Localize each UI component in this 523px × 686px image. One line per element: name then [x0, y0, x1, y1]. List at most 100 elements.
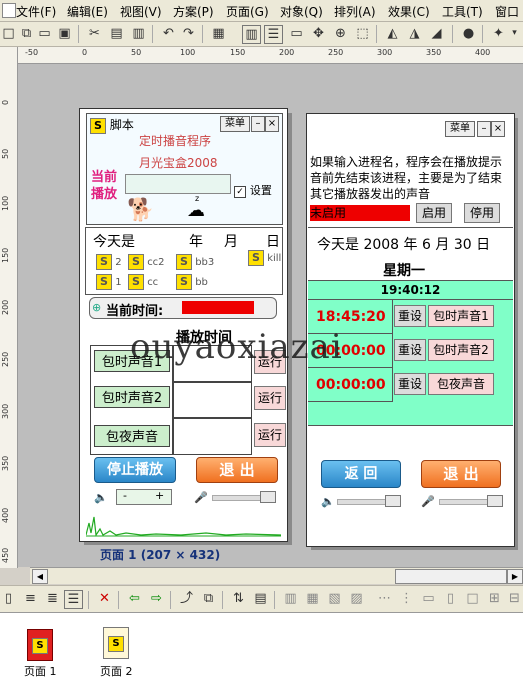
song-item[interactable]: S kill	[248, 250, 281, 266]
layer-list-icon[interactable]: ☰	[64, 590, 83, 609]
menu-view[interactable]: 视图(V)	[120, 3, 162, 20]
same-size-icon[interactable]: □	[464, 590, 481, 607]
list-view-icon[interactable]: ☰	[264, 25, 283, 44]
redo-icon[interactable]: ↷	[180, 25, 197, 42]
page1-thumbnail-icon[interactable]: S	[27, 629, 53, 661]
menu-object[interactable]: 对象(Q)	[280, 3, 323, 20]
run-button-2[interactable]: 运行	[254, 386, 286, 410]
play-time-cell-3[interactable]	[172, 417, 252, 455]
scroll-right-icon[interactable]: ▶	[507, 569, 523, 584]
move-icon[interactable]: ✥	[310, 25, 327, 42]
menu-effects[interactable]: 效果(C)	[388, 3, 430, 20]
close-icon[interactable]: ×	[491, 121, 505, 137]
minimize-icon[interactable]: –	[477, 121, 491, 137]
volume-plus[interactable]: +	[155, 489, 164, 502]
paste-icon[interactable]: ▤	[108, 25, 125, 42]
menu-tools[interactable]: 工具(T)	[442, 3, 483, 20]
select-icon[interactable]: ⬚	[354, 25, 371, 42]
align-top-icon[interactable]: ▨	[348, 590, 365, 607]
app-icon[interactable]	[2, 3, 16, 18]
enable-button[interactable]: 启用	[416, 203, 452, 223]
center-icon[interactable]: ⊞	[486, 590, 503, 607]
rotate-icon[interactable]: ◢	[428, 25, 445, 42]
delete-icon[interactable]: ✕	[96, 590, 113, 607]
reset-button-2[interactable]: 重设	[394, 339, 426, 361]
reset-button-3[interactable]: 重设	[394, 373, 426, 395]
clipboard-icon[interactable]: ▥	[130, 25, 147, 42]
page2-thumbnail-label[interactable]: 页面 2	[100, 663, 133, 679]
balance-slider-thumb[interactable]	[487, 495, 503, 507]
volume-minus[interactable]: -	[123, 489, 127, 502]
zoom-icon[interactable]: ⊕	[332, 25, 349, 42]
menu-button[interactable]: 菜单	[445, 121, 475, 137]
same-height-icon[interactable]: ▯	[442, 590, 459, 607]
new-icon[interactable]: □	[0, 25, 17, 42]
copy-page-icon[interactable]: ⧉	[18, 25, 35, 42]
grid-icon[interactable]: ⊟	[506, 590, 523, 607]
scroll-left-icon[interactable]: ◀	[32, 569, 48, 584]
undo-icon[interactable]: ↶	[160, 25, 177, 42]
align-icon[interactable]: ▦	[210, 25, 227, 42]
bell2-button[interactable]: 包时声音2	[428, 339, 494, 361]
menu-file[interactable]: 文件(F)	[16, 3, 56, 20]
distribute-v-icon[interactable]: ⋮	[398, 590, 415, 607]
sort-icon[interactable]: ⇅	[230, 590, 247, 607]
wand-icon[interactable]: ✦	[490, 25, 507, 42]
back-button[interactable]: 返 回	[321, 460, 401, 488]
song-item[interactable]: S cc2	[128, 254, 165, 270]
flip-v-icon[interactable]: ◮	[406, 25, 423, 42]
current-play-field[interactable]	[125, 174, 231, 194]
menu-page[interactable]: 页面(G)	[226, 3, 269, 20]
arrow-left-icon[interactable]: ⇦	[126, 590, 143, 607]
reset-button-1[interactable]: 重设	[394, 305, 426, 327]
align-right-icon[interactable]: ▧	[326, 590, 343, 607]
import-icon[interactable]: ⤴	[178, 590, 195, 607]
play-time-cell-2[interactable]	[172, 381, 252, 419]
circle-icon[interactable]: ●	[460, 25, 477, 42]
checkbox-icon[interactable]: ✓	[234, 186, 246, 198]
settings-checkbox[interactable]: ✓ 设置	[234, 182, 272, 198]
arrow-right-icon[interactable]: ⇨	[148, 590, 165, 607]
export-icon[interactable]: ⧉	[200, 590, 217, 607]
bell2-button[interactable]: 包时声音2	[94, 386, 170, 408]
save-icon[interactable]: ▣	[56, 25, 73, 42]
close-icon[interactable]: ×	[265, 116, 279, 132]
same-width-icon[interactable]: ▭	[420, 590, 437, 607]
volume-stepper[interactable]: - +	[116, 489, 172, 505]
page2-thumbnail-icon[interactable]: S	[103, 627, 129, 659]
night-button[interactable]: 包夜声音	[428, 373, 494, 395]
song-item[interactable]: S 2	[96, 254, 122, 270]
volume-slider-thumb[interactable]	[385, 495, 401, 507]
open-folder-icon[interactable]: ▭	[36, 25, 53, 42]
menu-button[interactable]: 菜单	[220, 116, 250, 132]
disable-button[interactable]: 停用	[464, 203, 500, 223]
page1-thumbnail-label[interactable]: 页面 1	[24, 663, 57, 679]
scroll-thumb[interactable]	[395, 569, 507, 584]
song-item[interactable]: S bb3	[176, 254, 214, 270]
menu-edit[interactable]: 编辑(E)	[67, 3, 108, 20]
chevron-down-icon[interactable]: ▾	[506, 25, 523, 42]
balance-slider-thumb[interactable]	[260, 491, 276, 503]
night-button[interactable]: 包夜声音	[94, 425, 170, 447]
layer-icon[interactable]: ≡	[22, 590, 39, 607]
page1[interactable]: S 脚本 菜单 – × 定时播音程序 月光宝盒2008 当前 播放 ✓ 设置 🐕…	[79, 108, 288, 542]
song-item[interactable]: S 1	[96, 274, 122, 290]
song-item[interactable]: S cc	[128, 274, 158, 290]
align-center-icon[interactable]: ▦	[304, 590, 321, 607]
horizontal-scrollbar[interactable]: ◀ ▶	[30, 567, 523, 584]
cut-icon[interactable]: ✂	[86, 25, 103, 42]
bell1-button[interactable]: 包时声音1	[428, 305, 494, 327]
page-setup-icon[interactable]: ▯	[0, 590, 17, 607]
align-left-icon[interactable]: ▥	[282, 590, 299, 607]
song-item[interactable]: S bb	[176, 274, 208, 290]
exit-button[interactable]: 退 出	[196, 457, 278, 483]
layer-stack-icon[interactable]: ≣	[44, 590, 61, 607]
group-icon[interactable]: ▤	[252, 590, 269, 607]
run-button-3[interactable]: 运行	[254, 423, 286, 447]
process-name-field[interactable]: 未启用	[310, 205, 410, 221]
stop-play-button[interactable]: 停止播放	[94, 457, 176, 483]
rectangle-icon[interactable]: ▭	[288, 25, 305, 42]
minimize-icon[interactable]: –	[251, 116, 265, 132]
flip-h-icon[interactable]: ◭	[384, 25, 401, 42]
exit-button[interactable]: 退 出	[421, 460, 501, 488]
